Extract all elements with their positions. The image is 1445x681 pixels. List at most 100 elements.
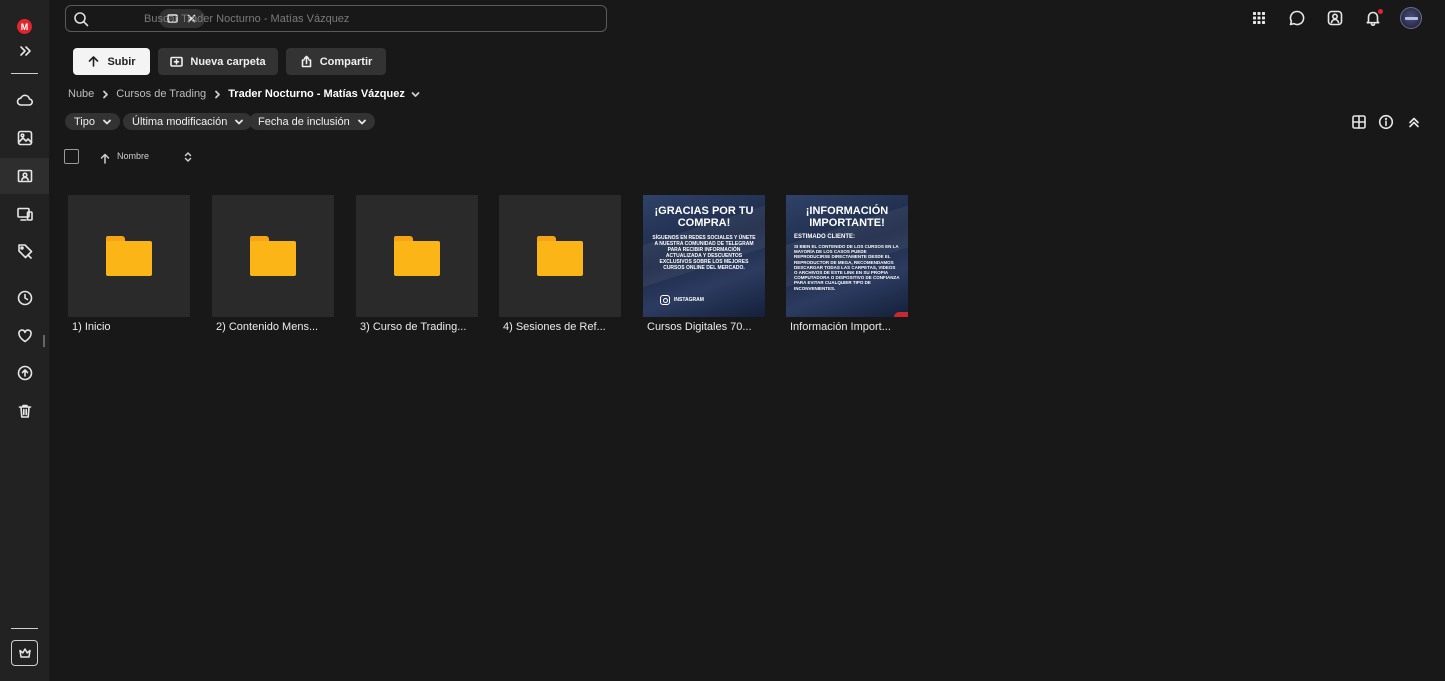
new-folder-label: Nueva carpeta (190, 55, 266, 68)
breadcrumb-item[interactable]: Nube (68, 88, 94, 100)
sidebar-item-recents[interactable] (0, 280, 49, 316)
filter-label: Última modificación (132, 115, 228, 128)
search-icon (73, 11, 89, 27)
thumbnail-title: ¡GRACIAS POR TU COMPRA! (654, 205, 754, 229)
item-thumbnail[interactable] (356, 195, 478, 317)
contacts-icon (1327, 10, 1343, 26)
apps-grid-icon (1253, 12, 1265, 24)
notification-badge (1378, 9, 1383, 14)
crown-icon (18, 648, 31, 658)
item-label[interactable]: Información Import... (786, 321, 908, 333)
double-chevron-right-icon (19, 46, 31, 56)
sidebar-resize-handle[interactable] (43, 335, 45, 347)
instagram-badge: INSTAGRAM (660, 295, 704, 305)
select-all-checkbox[interactable] (64, 149, 79, 164)
thumbnail-body: SÍGUENOS EN REDES SOCIALES Y ÚNETE A NUE… (652, 235, 756, 271)
filter-date-added[interactable]: Fecha de inclusión (249, 113, 375, 130)
sync-icon (17, 365, 32, 381)
item-label[interactable]: 1) Inicio (68, 321, 190, 333)
chevron-down-icon[interactable] (411, 90, 420, 99)
search-input[interactable] (144, 10, 584, 28)
cloud-icon (16, 94, 33, 106)
upload-button[interactable]: Subir (73, 48, 150, 75)
folder-icon (537, 236, 583, 276)
upgrade-pro-button[interactable] (11, 640, 38, 666)
grid-item-folder[interactable]: 2) Contenido Mens... (212, 195, 334, 333)
item-thumbnail[interactable] (212, 195, 334, 317)
sort-ascending-icon[interactable] (100, 151, 110, 164)
grid-item-folder[interactable]: 1) Inicio (68, 195, 190, 333)
instagram-icon (660, 295, 670, 305)
folder-icon (106, 236, 152, 276)
folder-icon (250, 236, 296, 276)
item-label[interactable]: 3) Curso de Trading... (356, 321, 478, 333)
breadcrumb-current[interactable]: Trader Nocturno - Matías Vázquez (228, 88, 405, 100)
sort-toggle-icon[interactable] (183, 150, 193, 162)
contacts-button[interactable] (1325, 8, 1345, 28)
sidebar-item-shared[interactable] (0, 158, 49, 194)
new-folder-button[interactable]: Nueva carpeta (158, 48, 278, 75)
tag-icon (17, 244, 32, 259)
share-label: Compartir (319, 55, 373, 68)
folder-plus-icon (170, 56, 184, 67)
sidebar-expand-button[interactable] (0, 33, 49, 69)
image-thumbnail[interactable]: ¡GRACIAS POR TU COMPRA! SÍGUENOS EN REDE… (643, 195, 765, 317)
sidebar-item-tags[interactable] (0, 233, 49, 269)
chat-button[interactable] (1287, 8, 1307, 28)
share-button[interactable]: Compartir (286, 48, 386, 75)
item-label[interactable]: 2) Contenido Mens... (212, 321, 334, 333)
upload-arrow-icon (89, 56, 99, 67)
chevron-down-icon (357, 119, 366, 124)
item-label[interactable]: Cursos Digitales 70... (643, 321, 765, 333)
chevron-right-icon (206, 90, 228, 99)
avatar[interactable] (1400, 7, 1422, 29)
thumbnail-accent (894, 312, 908, 317)
collapse-button[interactable] (1405, 113, 1422, 130)
thumbnail-subtitle: ESTIMADO CLIENTE: (794, 234, 855, 240)
grid-view-icon (1351, 114, 1366, 129)
breadcrumb: Nube Cursos de Trading Trader Nocturno -… (68, 87, 420, 101)
sidebar-divider (11, 73, 38, 74)
sidebar-item-devices[interactable] (0, 196, 49, 232)
grid-item-image[interactable]: ¡GRACIAS POR TU COMPRA! SÍGUENOS EN REDE… (643, 195, 765, 333)
shared-folder-icon (17, 169, 32, 183)
share-icon (301, 55, 312, 68)
devices-icon (16, 207, 33, 221)
sidebar-item-favourites[interactable] (0, 318, 49, 354)
grid-item-image[interactable]: ¡INFORMACIÓN IMPORTANTE! ESTIMADO CLIENT… (786, 195, 908, 333)
image-thumbnail[interactable]: ¡INFORMACIÓN IMPORTANTE! ESTIMADO CLIENT… (786, 195, 908, 317)
filter-last-modified[interactable]: Última modificación (123, 113, 253, 130)
thumbnail-body: SI BIEN EL CONTENIDO DE LOS CURSOS EN LA… (794, 244, 900, 291)
clock-icon (17, 290, 32, 306)
grid-item-folder[interactable]: 4) Sesiones de Ref... (499, 195, 621, 333)
collapse-icon (1408, 117, 1419, 127)
sidebar-item-backups[interactable] (0, 355, 49, 391)
sidebar-item-cloud-drive[interactable] (0, 82, 49, 118)
grid-view-button[interactable] (1350, 113, 1367, 130)
breadcrumb-item[interactable]: Cursos de Trading (116, 88, 206, 100)
info-button[interactable] (1377, 113, 1394, 130)
chevron-down-icon (235, 119, 244, 124)
filter-type[interactable]: Tipo (65, 113, 120, 130)
chevron-right-icon (94, 90, 116, 99)
item-thumbnail[interactable] (499, 195, 621, 317)
chat-icon (1289, 10, 1305, 26)
sidebar-item-trash[interactable] (0, 393, 49, 429)
item-label[interactable]: 4) Sesiones de Ref... (499, 321, 621, 333)
heart-icon (17, 329, 32, 343)
search-bar[interactable] (65, 5, 607, 32)
chevron-down-icon (103, 119, 111, 124)
grid-item-folder[interactable]: 3) Curso de Trading... (356, 195, 478, 333)
thumbnail-title: ¡INFORMACIÓN IMPORTANTE! (805, 205, 889, 229)
notifications-button[interactable] (1363, 8, 1383, 28)
sidebar-item-photos[interactable] (0, 120, 49, 156)
item-thumbnail[interactable] (68, 195, 190, 317)
trash-icon (18, 404, 31, 418)
upload-label: Subir (107, 55, 136, 68)
sidebar-divider (11, 628, 38, 629)
apps-button[interactable] (1249, 8, 1269, 28)
mega-logo[interactable]: M (17, 19, 32, 34)
filter-label: Tipo (74, 115, 95, 128)
thumbnail-social: INSTAGRAM (674, 297, 704, 303)
column-name-header[interactable]: Nombre (117, 151, 149, 161)
